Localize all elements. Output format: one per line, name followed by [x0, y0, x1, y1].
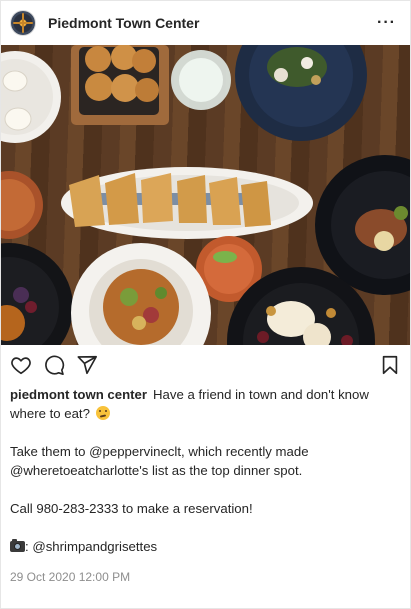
bookmark-icon[interactable]: [379, 354, 401, 376]
post-photo[interactable]: [1, 45, 410, 345]
thinking-face-emoji: [95, 406, 110, 420]
avatar[interactable]: [11, 11, 35, 35]
caption-credit: : @shrimpandgrisettes: [25, 539, 158, 554]
caption-username[interactable]: piedmont town center: [10, 387, 147, 402]
food-photo-illustration: [1, 45, 410, 345]
send-icon[interactable]: [76, 354, 98, 376]
caption-line-2: Take them to @peppervineclt, which recen…: [10, 444, 309, 478]
camera-emoji: [10, 539, 25, 552]
comment-icon[interactable]: [43, 354, 65, 376]
caption-line-3: Call 980-283-2333 to make a reservation!: [10, 501, 253, 516]
post-card: Piedmont Town Center ··· piedmont town c…: [0, 0, 411, 609]
heart-icon[interactable]: [10, 354, 32, 376]
action-bar: [1, 345, 410, 385]
post-timestamp[interactable]: 29 Oct 2020 12:00 PM: [10, 570, 130, 584]
caption-credit-row: : @shrimpandgrisettes: [10, 537, 401, 556]
post-caption: piedmont town center Have a friend in tow…: [1, 385, 410, 556]
caption-intro: piedmont town center Have a friend in tow…: [10, 385, 401, 423]
more-options-icon[interactable]: ···: [373, 14, 400, 32]
post-header: Piedmont Town Center ···: [1, 1, 410, 45]
account-name[interactable]: Piedmont Town Center: [48, 15, 373, 31]
